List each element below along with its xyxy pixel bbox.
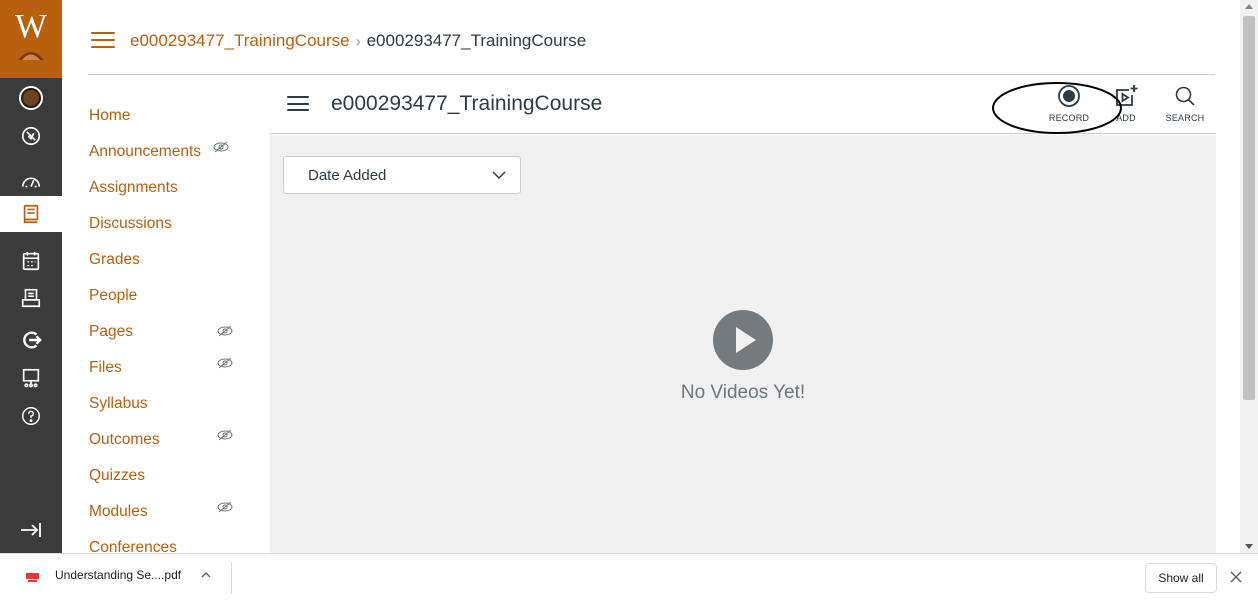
institution-logo[interactable]: W xyxy=(0,0,62,78)
show-all-button[interactable]: Show all xyxy=(1145,563,1217,593)
logo-letter: W xyxy=(14,8,48,45)
calendar-icon xyxy=(22,251,40,271)
course-nav-home[interactable]: Home xyxy=(89,98,249,134)
empty-state: No Videos Yet! xyxy=(270,310,1216,404)
hidden-eye-icon xyxy=(217,501,233,513)
course-nav-modules[interactable]: Modules xyxy=(89,494,249,530)
hidden-eye-icon xyxy=(217,325,233,337)
inbox-icon xyxy=(21,288,41,308)
course-nav-assignments[interactable]: Assignments xyxy=(89,170,249,206)
courses-book-icon xyxy=(23,204,39,224)
nav-dashboard[interactable] xyxy=(0,164,62,200)
search-label: SEARCH xyxy=(1165,113,1205,123)
global-navigation: W xyxy=(0,0,62,553)
page-title: e000293477_TrainingCourse xyxy=(331,92,603,115)
breadcrumb: e000293477_TrainingCourse › e000293477_T… xyxy=(130,31,586,51)
scroll-up-icon[interactable] xyxy=(1245,4,1253,9)
search-icon xyxy=(1175,86,1195,106)
commons-presentation-icon xyxy=(22,368,40,388)
top-bar: e000293477_TrainingCourse › e000293477_T… xyxy=(62,0,1240,78)
nav-commons[interactable] xyxy=(0,360,62,396)
add-video-icon xyxy=(1116,85,1138,106)
add-button[interactable]: ADD xyxy=(1101,84,1151,128)
breadcrumb-separator: › xyxy=(355,32,361,50)
breadcrumb-course-link[interactable]: e000293477_TrainingCourse xyxy=(130,31,350,51)
nav-help[interactable] xyxy=(0,398,62,434)
empty-state-text: No Videos Yet! xyxy=(680,382,806,403)
shield-icon xyxy=(21,126,41,146)
course-nav-discussions[interactable]: Discussions xyxy=(89,206,249,242)
top-divider xyxy=(88,74,1215,75)
record-icon xyxy=(1058,85,1080,107)
play-icon xyxy=(713,310,773,370)
media-header: e000293477_TrainingCourse RECORD ADD SEA… xyxy=(270,78,1216,134)
chevron-up-icon[interactable] xyxy=(201,571,211,579)
course-nav-people[interactable]: People xyxy=(89,278,249,314)
nav-account[interactable] xyxy=(0,80,62,116)
hidden-eye-icon xyxy=(217,429,233,441)
sort-select[interactable]: Date Added xyxy=(283,156,521,194)
help-question-icon xyxy=(22,407,40,425)
course-nav-announcements[interactable]: Announcements xyxy=(89,134,249,170)
record-label: RECORD xyxy=(1048,113,1090,123)
scroll-down-icon[interactable] xyxy=(1245,544,1253,549)
chevron-down-icon xyxy=(492,171,506,180)
course-nav-files[interactable]: Files xyxy=(89,350,249,386)
avatar xyxy=(19,86,43,110)
nav-courses[interactable] xyxy=(0,196,62,232)
download-file-name: Understanding Se....pdf xyxy=(55,568,182,582)
hidden-eye-icon xyxy=(217,357,233,369)
add-label: ADD xyxy=(1116,113,1136,123)
download-item[interactable]: Understanding Se....pdf xyxy=(26,568,211,582)
nav-inbox[interactable] xyxy=(0,280,62,316)
course-navigation: Home Announcements Assignments Discussio… xyxy=(89,98,249,566)
crest-icon xyxy=(18,52,44,60)
course-nav-syllabus[interactable]: Syllabus xyxy=(89,386,249,422)
media-content: Date Added No Videos Yet! xyxy=(270,135,1216,553)
pdf-file-icon xyxy=(26,568,39,582)
course-nav-quizzes[interactable]: Quizzes xyxy=(89,458,249,494)
nav-history[interactable] xyxy=(0,322,62,358)
page-scrollbar[interactable] xyxy=(1240,0,1258,553)
dashboard-gauge-icon xyxy=(21,177,41,188)
download-divider xyxy=(231,562,232,594)
course-nav-grades[interactable]: Grades xyxy=(89,242,249,278)
close-icon[interactable] xyxy=(1230,571,1242,583)
nav-admin[interactable] xyxy=(0,118,62,154)
history-arrow-icon xyxy=(23,331,42,349)
scrollbar-thumb[interactable] xyxy=(1243,16,1255,400)
search-button[interactable]: SEARCH xyxy=(1160,84,1210,128)
course-menu-toggle-icon[interactable] xyxy=(91,32,115,48)
media-menu-icon[interactable] xyxy=(287,96,309,111)
record-button[interactable]: RECORD xyxy=(1044,84,1094,128)
collapse-nav-icon[interactable] xyxy=(19,520,43,540)
downloads-bar: Understanding Se....pdf Show all xyxy=(0,553,1258,601)
breadcrumb-current: e000293477_TrainingCourse xyxy=(366,31,587,50)
nav-calendar[interactable] xyxy=(0,243,62,279)
course-nav-outcomes[interactable]: Outcomes xyxy=(89,422,249,458)
hidden-eye-icon xyxy=(213,141,229,153)
sort-selected-value: Date Added xyxy=(308,167,387,184)
course-nav-pages[interactable]: Pages xyxy=(89,314,249,350)
